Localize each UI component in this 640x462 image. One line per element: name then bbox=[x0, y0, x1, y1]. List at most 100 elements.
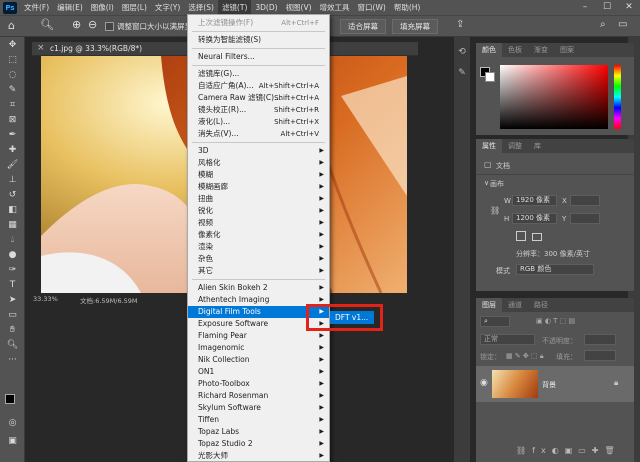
menu-plugins[interactable]: 增效工具 bbox=[316, 0, 354, 15]
filter-menu-item[interactable]: 模糊 ▶ bbox=[188, 169, 329, 181]
menu-type[interactable]: 文字(Y) bbox=[151, 0, 184, 15]
home-icon[interactable]: ⌂ bbox=[8, 19, 15, 32]
more-tools-icon[interactable]: ··· bbox=[0, 352, 25, 367]
color-field[interactable] bbox=[500, 65, 608, 129]
blend-mode-select[interactable]: 正常 bbox=[480, 334, 535, 345]
filter-menu-item[interactable]: Neural Filters... bbox=[188, 51, 329, 63]
filter-menu-item[interactable]: Richard Rosenman ▶ bbox=[188, 390, 329, 402]
history-brush-tool-icon[interactable]: ↺ bbox=[0, 187, 25, 202]
foreground-color-swatch[interactable] bbox=[5, 394, 15, 404]
pen-tool-icon[interactable]: ✑ bbox=[0, 262, 25, 277]
clone-stamp-tool-icon[interactable]: ⊥ bbox=[0, 172, 25, 187]
healing-brush-tool-icon[interactable]: ✚ bbox=[0, 142, 25, 157]
screen-mode-icon[interactable]: ▣ bbox=[0, 433, 25, 448]
filter-menu-item[interactable]: 转换为智能滤镜(S) bbox=[188, 34, 329, 46]
filter-menu-item[interactable]: 液化(L)... Shift+Ctrl+X bbox=[188, 116, 329, 128]
layer-filter-icons[interactable]: ▣ ◐ T ⬚ ▤ bbox=[536, 317, 575, 325]
filter-menu-item[interactable]: Flaming Pear ▶ bbox=[188, 330, 329, 342]
layer-row-background[interactable]: ◉ 背景 🔒︎ bbox=[476, 366, 634, 402]
resize-windows-checkbox[interactable] bbox=[105, 22, 114, 31]
type-tool-icon[interactable]: T bbox=[0, 277, 25, 292]
hue-slider[interactable] bbox=[614, 65, 621, 129]
blur-tool-icon[interactable]: 💧︎ bbox=[0, 232, 25, 247]
y-field[interactable] bbox=[570, 213, 600, 224]
filter-menu-item[interactable]: 风格化 ▶ bbox=[188, 157, 329, 169]
menu-3d[interactable]: 3D(D) bbox=[251, 0, 281, 15]
landscape-icon[interactable] bbox=[532, 233, 542, 241]
lasso-tool-icon[interactable]: ◌ bbox=[0, 67, 25, 82]
marquee-tool-icon[interactable]: ⬚ bbox=[0, 52, 25, 67]
fill-screen-button[interactable]: 填充屏幕 bbox=[392, 19, 438, 34]
tab-paths[interactable]: 路径 bbox=[528, 298, 554, 312]
search-icon[interactable]: ⌕ bbox=[600, 19, 606, 30]
tab-gradients[interactable]: 渐变 bbox=[528, 43, 554, 57]
history-icon[interactable]: ⟲ bbox=[454, 47, 470, 62]
tab-properties[interactable]: 属性 bbox=[476, 139, 502, 153]
menu-file[interactable]: 文件(F) bbox=[20, 0, 53, 15]
quick-select-tool-icon[interactable]: ✎ bbox=[0, 82, 25, 97]
filter-menu-item[interactable]: 其它 ▶ bbox=[188, 265, 329, 277]
menu-edit[interactable]: 编辑(E) bbox=[53, 0, 87, 15]
filter-menu-item[interactable]: Topaz Labs ▶ bbox=[188, 426, 329, 438]
width-field[interactable]: 1920 像素 bbox=[512, 195, 557, 206]
filter-menu-item[interactable]: 视频 ▶ bbox=[188, 217, 329, 229]
lock-icons[interactable]: ▦ ✎ ✥ ⬚ 🔒︎ bbox=[506, 352, 544, 361]
filter-menu-item[interactable]: 模糊画廊 ▶ bbox=[188, 181, 329, 193]
visibility-eye-icon[interactable]: ◉ bbox=[480, 378, 488, 388]
tab-adjustments[interactable]: 调整 bbox=[502, 139, 528, 153]
filter-menu-item[interactable]: Skylum Software ▶ bbox=[188, 402, 329, 414]
filter-menu-item[interactable]: Camera Raw 滤镜(C)... Shift+Ctrl+A bbox=[188, 92, 329, 104]
tab-libraries[interactable]: 库 bbox=[528, 139, 547, 153]
color-background[interactable] bbox=[485, 72, 495, 82]
close-document-icon[interactable]: × bbox=[37, 43, 45, 53]
filter-menu-item[interactable]: Photo-Toolbox ▶ bbox=[188, 378, 329, 390]
menu-layer[interactable]: 图层(L) bbox=[118, 0, 151, 15]
move-tool-icon[interactable]: ✥ bbox=[0, 37, 25, 52]
eyedropper-tool-icon[interactable]: ✒ bbox=[0, 127, 25, 142]
menu-view[interactable]: 视图(V) bbox=[282, 0, 316, 15]
filter-menu-item[interactable]: 光影大师 ▶ bbox=[188, 450, 329, 462]
workspace-icon[interactable]: ▭ bbox=[618, 19, 627, 30]
gradient-tool-icon[interactable]: ▦ bbox=[0, 217, 25, 232]
minimize-button[interactable]: – bbox=[574, 0, 596, 15]
dodge-tool-icon[interactable]: ● bbox=[0, 247, 25, 262]
frame-tool-icon[interactable]: ⊠ bbox=[0, 112, 25, 127]
share-icon[interactable]: ⇪ bbox=[456, 19, 464, 30]
filter-menu-item[interactable]: Imagenomic ▶ bbox=[188, 342, 329, 354]
filter-menu-item[interactable]: ON1 ▶ bbox=[188, 366, 329, 378]
rectangle-tool-icon[interactable]: ▭ bbox=[0, 307, 25, 322]
filter-menu-item[interactable]: 渲染 ▶ bbox=[188, 241, 329, 253]
filter-menu-item[interactable]: 扭曲 ▶ bbox=[188, 193, 329, 205]
filter-menu-item[interactable]: 锐化 ▶ bbox=[188, 205, 329, 217]
filter-menu-item[interactable]: 3D ▶ bbox=[188, 145, 329, 157]
menu-window[interactable]: 窗口(W) bbox=[354, 0, 390, 15]
maximize-button[interactable]: ☐ bbox=[596, 0, 618, 15]
close-button[interactable]: ✕ bbox=[618, 0, 640, 15]
hand-tool-icon[interactable]: ✋︎ bbox=[0, 322, 25, 337]
filter-menu-item[interactable]: 像素化 ▶ bbox=[188, 229, 329, 241]
zoom-tool-icon[interactable]: 🔍︎ bbox=[40, 18, 54, 31]
filter-menu-item[interactable]: 自适应广角(A)... Alt+Shift+Ctrl+A bbox=[188, 80, 329, 92]
tab-layers[interactable]: 图层 bbox=[476, 298, 502, 312]
zoom-out-icon[interactable]: ⊖ bbox=[88, 18, 97, 31]
layer-actions[interactable]: ⛓︎fx◐▣▭✚🗑︎ bbox=[516, 446, 634, 458]
brush-settings-icon[interactable]: ✎ bbox=[454, 68, 470, 83]
zoom-level[interactable]: 33.33% bbox=[33, 295, 58, 303]
menu-filter[interactable]: 滤镜(T) bbox=[217, 0, 252, 15]
filter-menu-item[interactable]: Nik Collection ▶ bbox=[188, 354, 329, 366]
link-icon[interactable]: ⛓︎ bbox=[490, 206, 500, 215]
filter-menu-item[interactable]: 上次滤镜操作(F) Alt+Ctrl+F bbox=[188, 17, 329, 29]
x-field[interactable] bbox=[570, 195, 600, 206]
crop-tool-icon[interactable]: ⌗ bbox=[0, 97, 25, 112]
filter-menu-item[interactable]: 杂色 ▶ bbox=[188, 253, 329, 265]
fill-field[interactable] bbox=[584, 350, 616, 361]
menu-select[interactable]: 选择(S) bbox=[184, 0, 218, 15]
opacity-field[interactable] bbox=[584, 334, 616, 345]
menu-image[interactable]: 图像(I) bbox=[87, 0, 118, 15]
tab-channels[interactable]: 通道 bbox=[502, 298, 528, 312]
tab-patterns[interactable]: 图案 bbox=[554, 43, 580, 57]
mode-select[interactable]: RGB 颜色 bbox=[516, 264, 594, 275]
filter-menu-item[interactable]: Alien Skin Bokeh 2 ▶ bbox=[188, 282, 329, 294]
filter-menu-item[interactable]: Tiffen ▶ bbox=[188, 414, 329, 426]
zoom-tool-left-icon[interactable]: 🔍︎ bbox=[0, 337, 25, 352]
